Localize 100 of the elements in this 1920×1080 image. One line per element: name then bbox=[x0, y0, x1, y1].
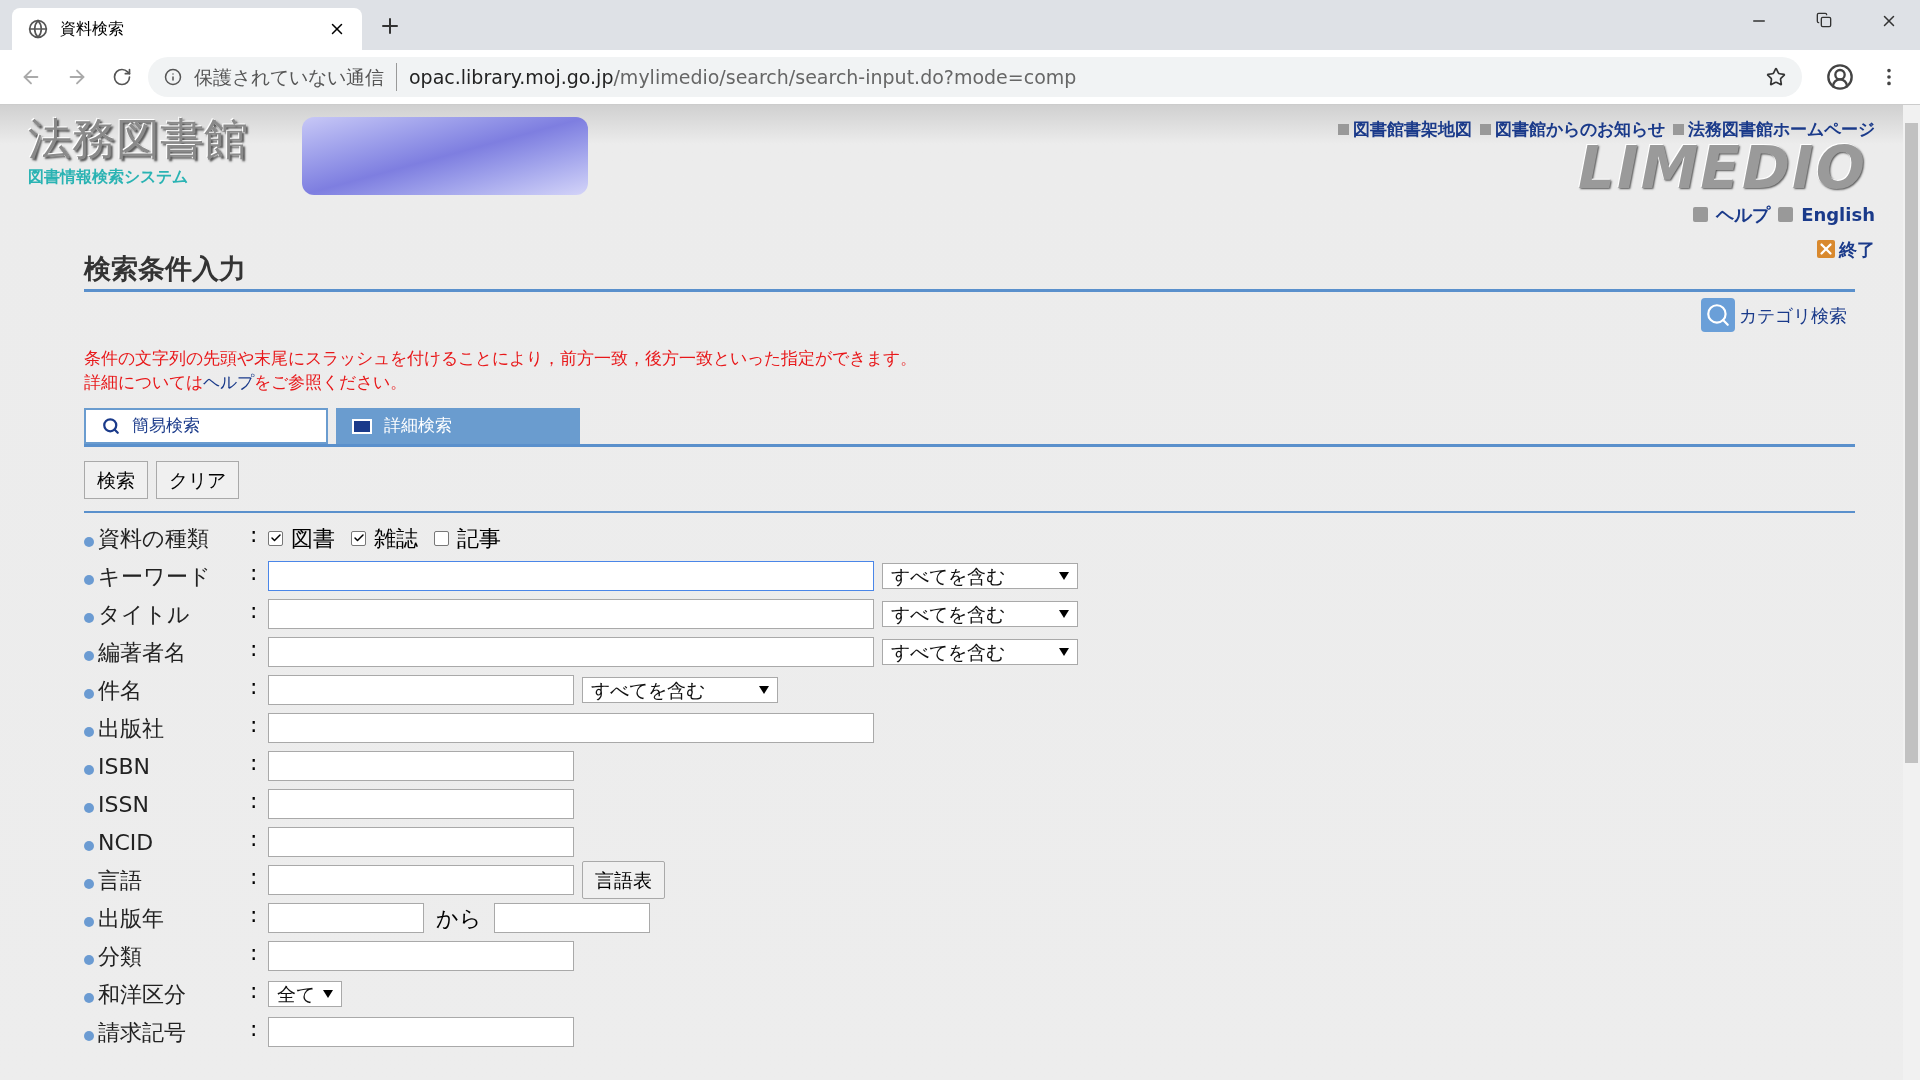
notice-text: 詳細については bbox=[84, 372, 203, 392]
colon: : bbox=[250, 976, 259, 1005]
square-bullet-icon bbox=[1673, 124, 1684, 136]
library-logo-title: 法務図書館 bbox=[28, 117, 248, 161]
bullet-icon bbox=[84, 689, 94, 699]
checkbox[interactable] bbox=[434, 530, 449, 546]
field-label: 請求記号 bbox=[98, 1018, 187, 1047]
text-field[interactable] bbox=[268, 561, 874, 591]
dropdown-select[interactable]: すべてを含む bbox=[582, 677, 778, 703]
text-field[interactable] bbox=[268, 675, 574, 705]
checkbox-label: 図書 bbox=[291, 524, 335, 553]
colon: : bbox=[250, 520, 259, 549]
english-link[interactable]: English bbox=[1801, 200, 1875, 228]
bullet-icon bbox=[84, 651, 94, 661]
field-label: ISSN bbox=[98, 790, 150, 819]
bookmark-star-icon[interactable] bbox=[1766, 67, 1786, 87]
list-icon bbox=[352, 418, 372, 434]
bullet-icon bbox=[84, 955, 94, 965]
text-field[interactable] bbox=[268, 1017, 574, 1047]
field-label: 分類 bbox=[98, 942, 143, 971]
bullet-icon bbox=[84, 727, 94, 737]
form-button[interactable]: 検索 bbox=[84, 461, 148, 499]
browser-tab[interactable]: 資料検索 bbox=[12, 8, 362, 50]
field-label: 資料の種類 bbox=[98, 524, 210, 553]
dropdown-select[interactable]: すべてを含む bbox=[882, 601, 1078, 627]
notice-text: をご参照ください。 bbox=[254, 372, 407, 392]
notice-text: 条件の文字列の先頭や末尾にスラッシュを付けることにより，前方一致，後方一致といった指定ができます。 bbox=[84, 347, 918, 370]
category-search-link[interactable]: カテゴリ検索 bbox=[1739, 301, 1847, 329]
header-link[interactable]: 図書館書架地図 bbox=[1353, 117, 1472, 143]
colon: : bbox=[250, 824, 259, 853]
checkbox[interactable] bbox=[268, 530, 283, 546]
scrollbar-thumb[interactable] bbox=[1905, 123, 1918, 763]
security-status: 保護されていない通信 bbox=[194, 62, 397, 92]
bullet-icon bbox=[84, 613, 94, 623]
dropdown-select[interactable]: すべてを含む bbox=[882, 563, 1078, 589]
language-table-button[interactable]: 言語表 bbox=[582, 861, 665, 899]
exit-icon bbox=[1817, 240, 1835, 258]
text-field[interactable] bbox=[268, 713, 874, 743]
exit-link[interactable]: 終了 bbox=[1839, 235, 1875, 263]
restore-icon[interactable] bbox=[1816, 12, 1832, 28]
bullet-icon bbox=[84, 537, 94, 547]
field-label: NCID bbox=[98, 828, 155, 857]
text-field[interactable] bbox=[268, 941, 574, 971]
info-icon bbox=[164, 68, 182, 86]
search-icon bbox=[102, 417, 120, 435]
text-field[interactable] bbox=[268, 827, 574, 857]
text-field[interactable] bbox=[268, 637, 874, 667]
text-field[interactable] bbox=[494, 903, 650, 933]
profile-icon[interactable] bbox=[1826, 63, 1854, 91]
colon: : bbox=[250, 900, 259, 929]
square-bullet-icon bbox=[1338, 124, 1349, 136]
bullet-icon bbox=[84, 1031, 94, 1041]
english-icon bbox=[1778, 206, 1794, 222]
dropdown-arrow-icon bbox=[1059, 648, 1069, 656]
library-logo-subtitle: 図書情報検索システム bbox=[28, 166, 189, 188]
globe-icon bbox=[28, 19, 48, 39]
field-label: 出版社 bbox=[98, 714, 165, 743]
field-label: タイトル bbox=[98, 600, 191, 629]
field-label: 編著者名 bbox=[98, 638, 187, 667]
colon: : bbox=[250, 938, 259, 967]
checkbox-label: 雑誌 bbox=[374, 524, 418, 553]
field-label: 出版年 bbox=[98, 904, 165, 933]
colon: : bbox=[250, 748, 259, 777]
text-field[interactable] bbox=[268, 789, 574, 819]
field-label: ISBN bbox=[98, 752, 151, 781]
colon: : bbox=[250, 558, 259, 587]
help-icon bbox=[1693, 206, 1709, 222]
reload-icon[interactable] bbox=[112, 67, 132, 87]
colon: : bbox=[250, 672, 259, 701]
address-bar[interactable]: 保護されていない通信 opac.library.moj.go.jp/mylimedio/search/search-input.do?mode=comp bbox=[148, 57, 1802, 97]
dropdown-arrow-icon bbox=[1059, 572, 1069, 580]
form-button[interactable]: クリア bbox=[156, 461, 239, 499]
dropdown-arrow-icon bbox=[759, 686, 769, 694]
field-label: 言語 bbox=[98, 866, 143, 895]
colon: : bbox=[250, 596, 259, 625]
colon: : bbox=[250, 634, 259, 663]
dropdown-select[interactable]: すべてを含む bbox=[882, 639, 1078, 665]
bullet-icon bbox=[84, 803, 94, 813]
bullet-icon bbox=[84, 993, 94, 1003]
text-field[interactable] bbox=[268, 599, 874, 629]
tab-title: 資料検索 bbox=[60, 18, 125, 40]
colon: : bbox=[250, 786, 259, 815]
text-field[interactable] bbox=[268, 903, 424, 933]
range-separator: から bbox=[435, 904, 483, 933]
help-link[interactable]: ヘルプ bbox=[203, 372, 254, 392]
search-mode-tab[interactable]: 簡易検索 bbox=[84, 408, 328, 444]
category-search-icon bbox=[1701, 298, 1735, 332]
square-bullet-icon bbox=[1480, 124, 1491, 136]
text-field[interactable] bbox=[268, 865, 574, 895]
help-link[interactable]: ヘルプ bbox=[1716, 200, 1771, 228]
bullet-icon bbox=[84, 575, 94, 585]
field-label: 件名 bbox=[98, 676, 143, 705]
colon: : bbox=[250, 710, 259, 739]
field-label: キーワード bbox=[98, 562, 212, 591]
scrollbar[interactable] bbox=[1903, 105, 1920, 1080]
checkbox[interactable] bbox=[351, 530, 366, 546]
text-field[interactable] bbox=[268, 751, 574, 781]
bullet-icon bbox=[84, 841, 94, 851]
colon: : bbox=[250, 1014, 259, 1043]
dropdown-select[interactable]: 全て bbox=[268, 981, 342, 1007]
